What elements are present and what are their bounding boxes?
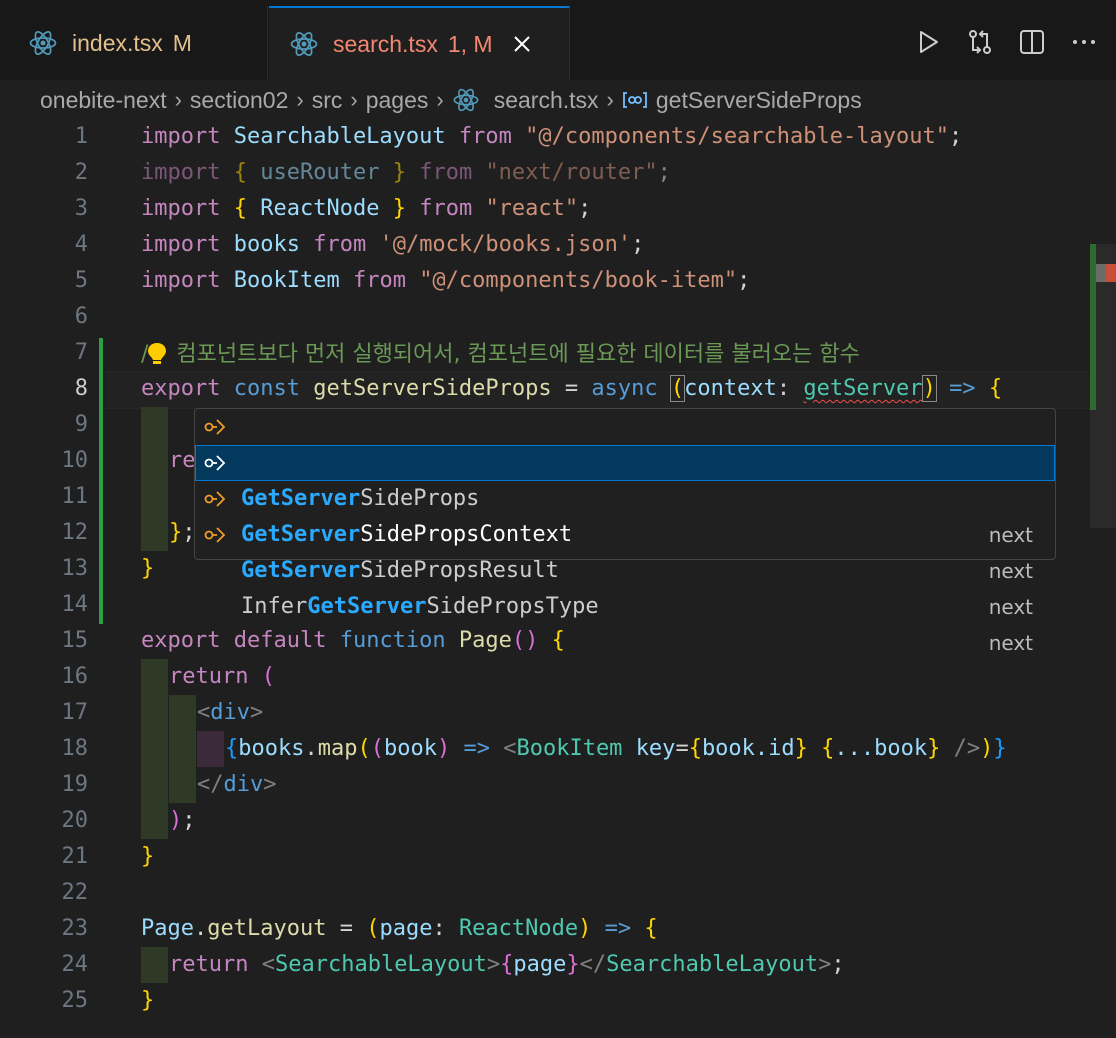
code-line: import BookItem from "@/components/book-… <box>141 268 751 293</box>
lightbulb-icon[interactable] <box>146 341 168 367</box>
source-control-icon <box>969 30 991 54</box>
code-line: } <box>141 988 155 1013</box>
interface-icon <box>204 527 226 543</box>
vertical-scrollbar[interactable] <box>1090 119 1116 1038</box>
breadcrumb-item[interactable]: section02 <box>190 87 288 114</box>
more-actions-button[interactable] <box>1064 22 1104 62</box>
editor-actions <box>908 22 1116 62</box>
run-button[interactable] <box>908 22 948 62</box>
scrollbar-error-marker <box>1106 264 1116 282</box>
code-line: import { ReactNode } from "react"; <box>141 196 592 221</box>
split-editor-button[interactable] <box>1012 22 1052 62</box>
code-line: export const getServerSideProps = async … <box>141 375 1003 402</box>
interface-icon <box>204 455 226 471</box>
run-icon <box>920 31 938 53</box>
breadcrumb-item[interactable]: search.tsx <box>494 87 599 114</box>
suggestion-item-selected[interactable]: GetServerSidePropsContext next <box>195 445 1055 583</box>
symbol-method-icon <box>622 92 647 108</box>
code-line: {books.map((book) => <BookItem key={book… <box>225 736 1007 761</box>
code-line: return ( <box>169 664 275 689</box>
breadcrumb-item[interactable]: getServerSideProps <box>656 87 862 114</box>
chevron-right-icon: › <box>350 87 358 112</box>
open-changes-button[interactable] <box>960 22 1000 62</box>
react-icon <box>29 31 57 55</box>
suggestion-item[interactable]: GetServerSidePropsResult next <box>195 481 1055 619</box>
code-line: export default function Page() { <box>141 628 565 653</box>
line-number: 11 <box>61 484 89 509</box>
chevron-right-icon: › <box>174 87 182 112</box>
line-number: 14 <box>61 592 89 617</box>
tab-label: search.tsx <box>333 30 438 57</box>
line-number: 9 <box>74 412 88 437</box>
react-icon <box>290 32 318 56</box>
code-line: ); <box>169 808 196 833</box>
code-line: / 컴포넌트보다 먼저 실행되어서, 컴포넌트에 필요한 데이터를 불러오는 함수 <box>141 341 860 367</box>
more-icon <box>1073 40 1095 44</box>
code-line: </div> <box>197 772 277 797</box>
suggest-widget: GetServerSideProps next GetServerSidePro… <box>194 408 1056 655</box>
code-line: return <SearchableLayout>{page}</Searcha… <box>169 952 845 977</box>
interface-icon <box>204 419 226 435</box>
breadcrumb-item[interactable]: src <box>312 87 343 114</box>
code-line: import SearchableLayout from "@/componen… <box>141 124 963 149</box>
code-line: <div> <box>197 700 264 725</box>
code-line: import { useRouter } from "next/router"; <box>141 160 671 185</box>
code-line: } <box>141 844 155 869</box>
line-number: 6 <box>74 304 88 329</box>
close-icon[interactable] <box>511 33 533 55</box>
scrollbar-cursor-marker <box>1096 264 1106 282</box>
suggestion-item[interactable]: GetServerSideProps next <box>195 409 1055 547</box>
chevron-right-icon: › <box>606 87 614 112</box>
chevron-right-icon: › <box>296 87 304 112</box>
breadcrumb: onebite-next › section02 › src › pages ›… <box>40 83 862 117</box>
suggestion-item[interactable]: InferGetServerSidePropsType next <box>195 517 1055 655</box>
react-icon <box>453 88 479 112</box>
tab-label: index.tsx <box>72 29 163 56</box>
breadcrumb-item[interactable]: pages <box>366 87 429 114</box>
interface-icon <box>204 491 226 507</box>
code-line: import books from '@/mock/books.json'; <box>141 232 645 257</box>
line-number: 22 <box>61 880 89 905</box>
tab-status: 1, M <box>447 30 493 57</box>
tab-status: M <box>172 29 192 56</box>
breadcrumb-item[interactable]: onebite-next <box>40 87 167 114</box>
tab-bar: index.tsx M search.tsx 1, M <box>0 0 1116 80</box>
split-editor-icon <box>1020 30 1044 54</box>
tab-index-tsx[interactable]: index.tsx M <box>0 6 268 80</box>
code-line: Page.getLayout = (page: ReactNode) => { <box>141 916 658 941</box>
chevron-right-icon: › <box>436 87 444 112</box>
tab-search-tsx[interactable]: search.tsx 1, M <box>269 6 570 80</box>
